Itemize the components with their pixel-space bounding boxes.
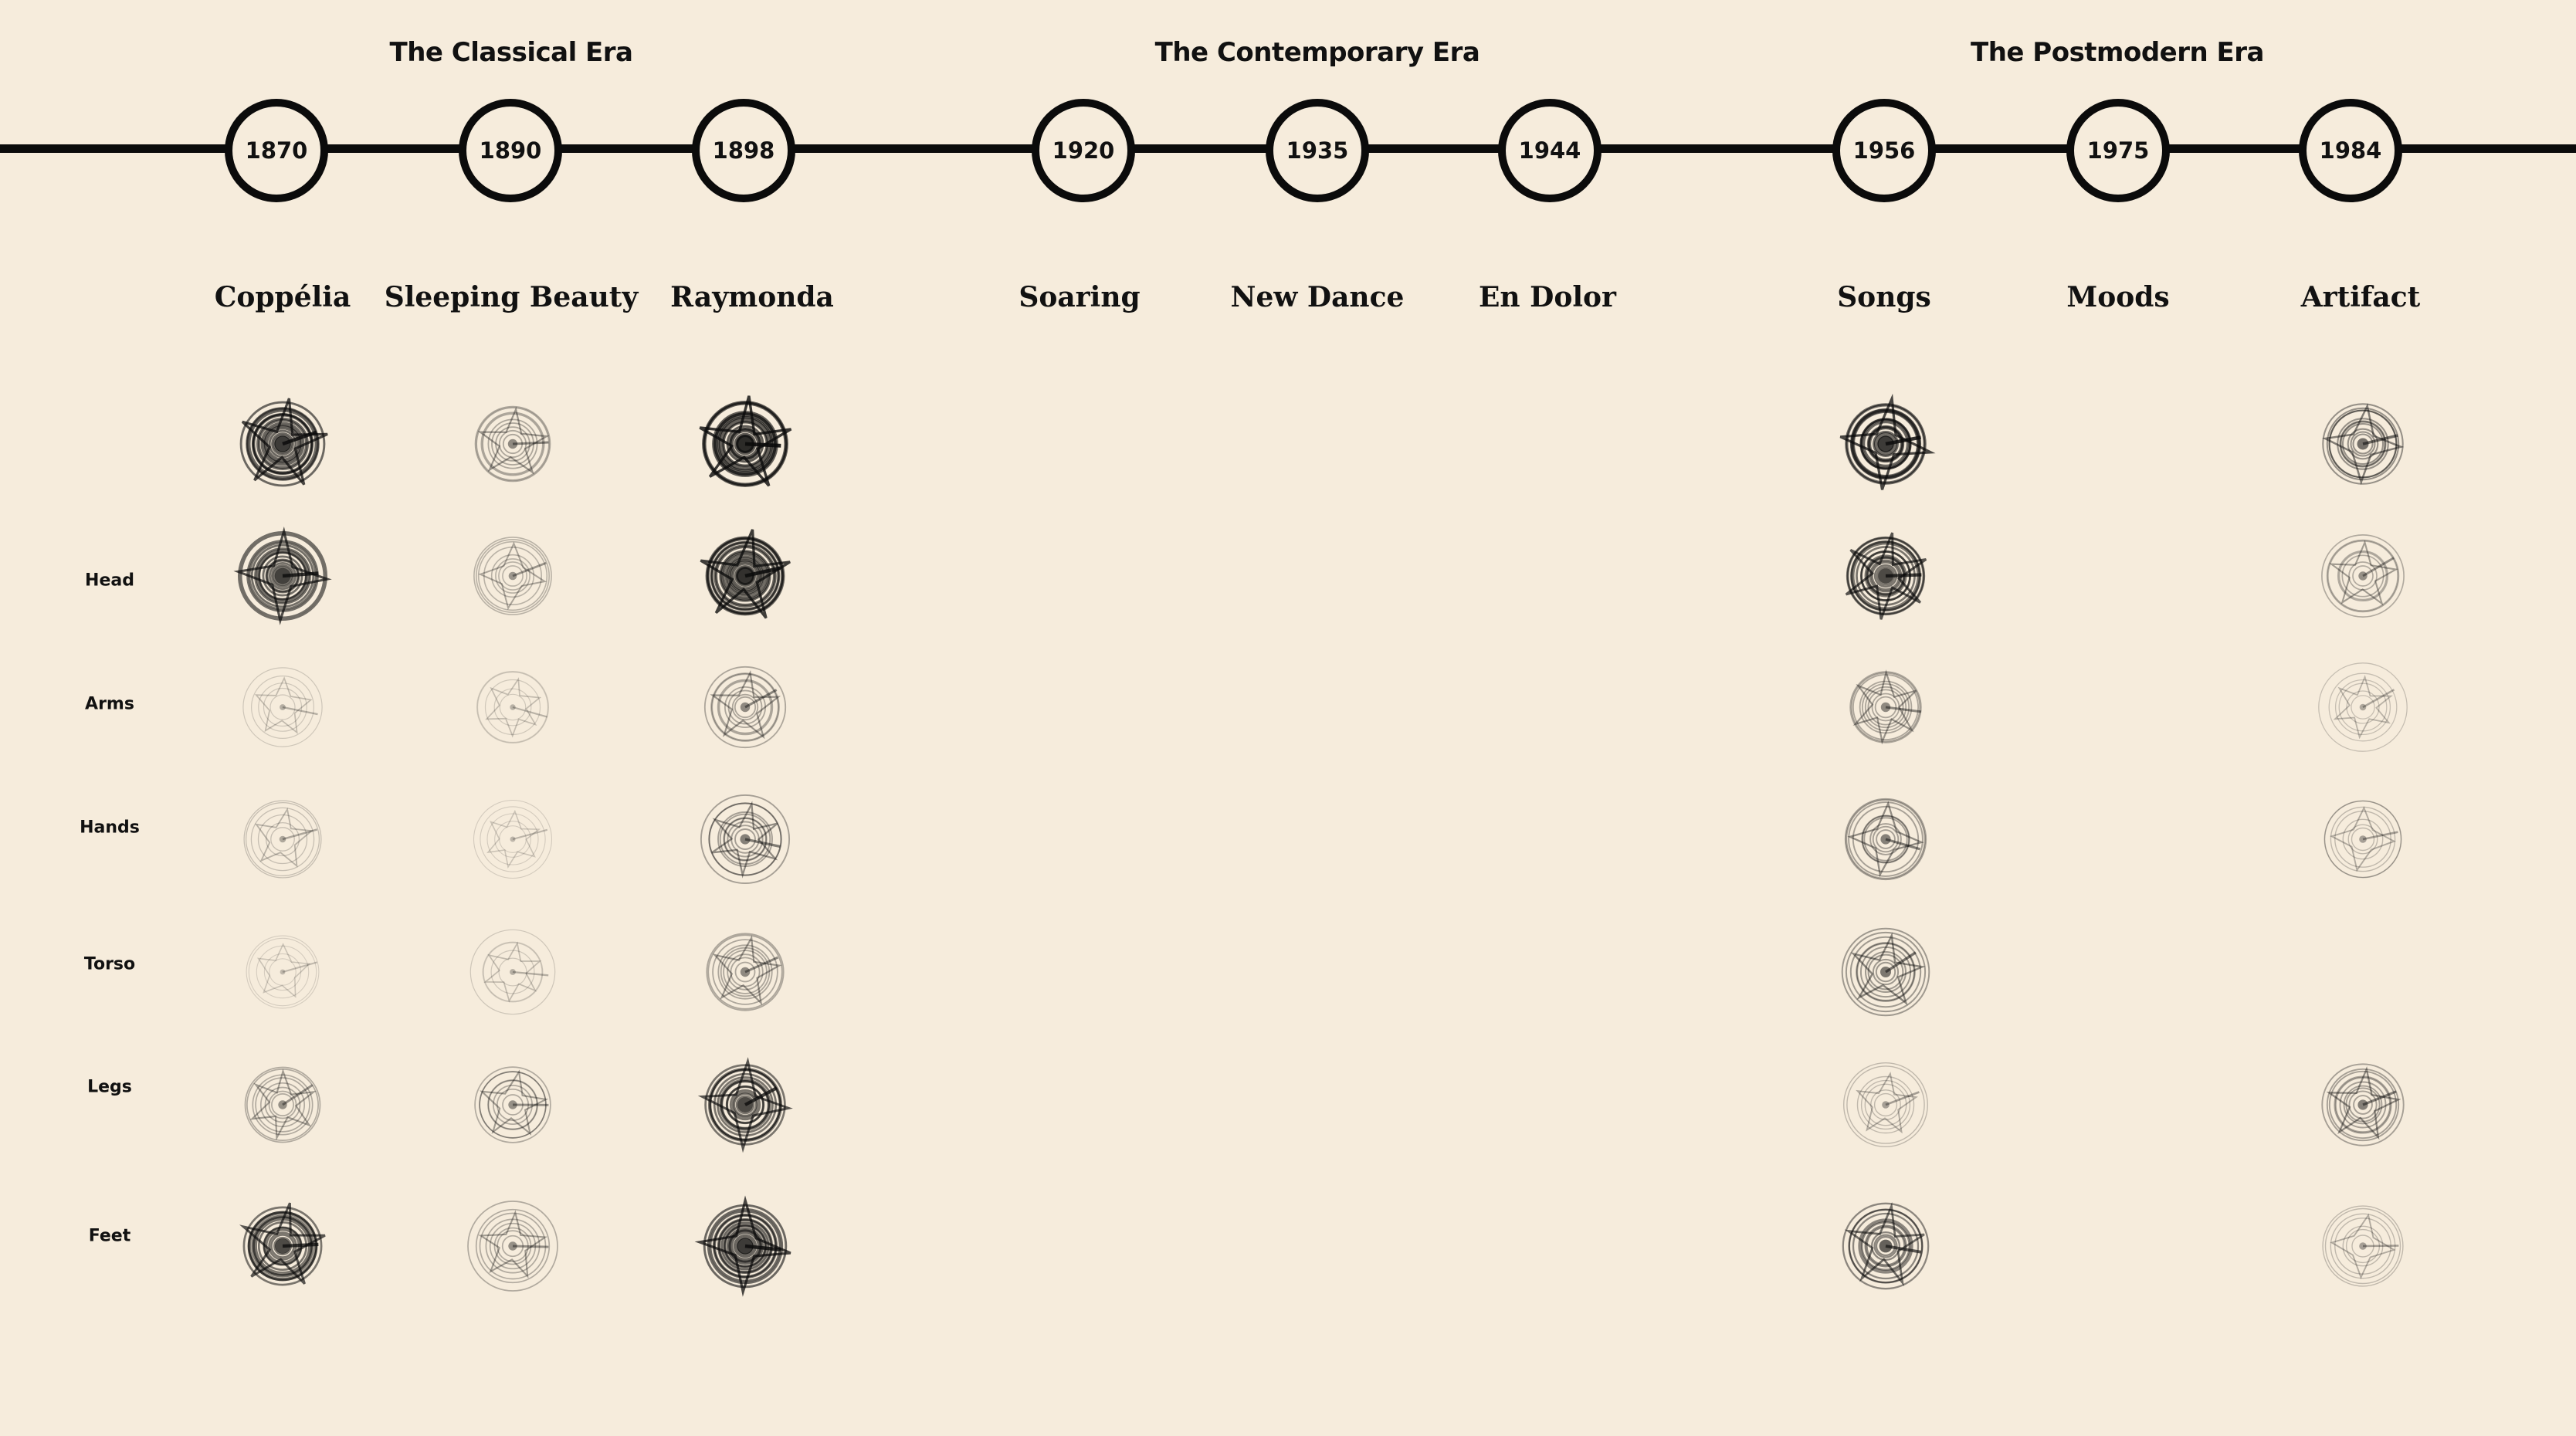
- glyph-hands-raymonda[interactable]: [700, 794, 791, 885]
- glyph-hands-sleeping-beauty[interactable]: [473, 799, 553, 879]
- glyph-legs-artifact[interactable]: [2321, 1063, 2405, 1146]
- timeline-visualization: The Classical Era The Contemporary Era T…: [0, 0, 2576, 1436]
- glyph-legs-coppelia[interactable]: [244, 1066, 321, 1143]
- glyph-feet-artifact[interactable]: [2322, 1205, 2404, 1287]
- glyph-feet-coppelia[interactable]: [239, 1202, 326, 1286]
- glyph-feet-sleeping-beauty[interactable]: [467, 1201, 558, 1292]
- glyph-torso-songs[interactable]: [1841, 927, 1930, 1017]
- glyph-feet-songs[interactable]: [1842, 1202, 1930, 1290]
- glyph-legs-sleeping-beauty[interactable]: [474, 1066, 551, 1143]
- glyph-overall-songs[interactable]: [1839, 393, 1936, 490]
- glyph-legs-raymonda[interactable]: [697, 1057, 793, 1153]
- glyph-head-coppelia[interactable]: [233, 527, 332, 625]
- glyph-torso-coppelia[interactable]: [246, 935, 320, 1009]
- glyph-overall-raymonda[interactable]: [699, 395, 792, 487]
- glyph-overall-coppelia[interactable]: [239, 398, 328, 487]
- glyph-head-artifact[interactable]: [2321, 534, 2405, 618]
- glyph-arms-songs[interactable]: [1849, 669, 1922, 745]
- glyph-hands-songs[interactable]: [1844, 798, 1927, 881]
- glyph-hands-artifact[interactable]: [2323, 800, 2402, 879]
- glyph-arms-coppelia[interactable]: [242, 667, 323, 747]
- glyph-overall-sleeping-beauty[interactable]: [474, 405, 551, 483]
- glyph-torso-sleeping-beauty[interactable]: [469, 929, 556, 1015]
- glyph-arms-artifact[interactable]: [2318, 662, 2408, 752]
- glyph-torso-raymonda[interactable]: [706, 933, 785, 1011]
- glyph-head-songs[interactable]: [1845, 532, 1927, 620]
- glyph-hands-coppelia[interactable]: [243, 800, 322, 879]
- glyph-arms-sleeping-beauty[interactable]: [476, 670, 549, 743]
- glyph-feet-raymonda[interactable]: [694, 1195, 791, 1297]
- glyph-overall-artifact[interactable]: [2322, 403, 2405, 486]
- glyph-arms-raymonda[interactable]: [703, 666, 787, 749]
- movement-glyph-grid: [233, 393, 2408, 1297]
- glyph-legs-songs[interactable]: [1842, 1062, 1928, 1147]
- glyph-head-raymonda[interactable]: [700, 529, 791, 619]
- glyph-head-sleeping-beauty[interactable]: [473, 537, 552, 615]
